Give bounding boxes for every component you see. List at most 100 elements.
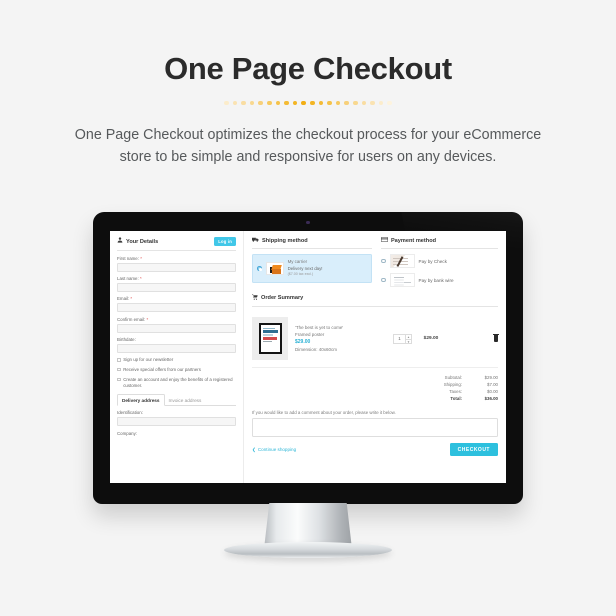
checkbox-label-2: Create an account and enjoy the benefits… [123, 377, 233, 389]
check-pen-image [389, 254, 415, 269]
your-details-title-group: Your Details [117, 237, 158, 246]
carrier-radio[interactable] [257, 266, 262, 271]
address-tab-0[interactable]: Delivery address [117, 394, 165, 407]
required-marker: * [146, 316, 149, 322]
chevron-left-icon: ❮ [252, 446, 256, 452]
checkbox-row-1[interactable]: Receive special offers from our partners [117, 367, 236, 373]
continue-shopping-link[interactable]: ❮ Continue shopping [252, 447, 296, 453]
total-value-1: $7.00 [487, 382, 498, 388]
checkout-right-column: Shipping method My carrier Delivery next… [244, 231, 506, 483]
bank-wire-image [389, 273, 415, 288]
field-input-1[interactable] [117, 282, 236, 292]
required-marker: * [140, 255, 142, 261]
checkbox-icon-0[interactable] [117, 357, 121, 362]
payment-options-list: Pay by Check Pay by bank wire [380, 254, 498, 288]
monitor-bezel: Your Details Log in First name: * Last na… [93, 212, 523, 504]
checkbox-row-0[interactable]: Sign up for our newsletter [117, 357, 236, 363]
order-item-row: 'The best is yet to come' Framed poster … [252, 312, 499, 369]
page-title: One Page Checkout [164, 51, 452, 86]
order-summary-title: Order Summary [261, 295, 304, 302]
address-field-input-0[interactable] [117, 417, 236, 427]
product-type: Framed poster [295, 332, 325, 338]
checkout-page: Your Details Log in First name: * Last na… [110, 231, 506, 483]
payment-label-1: Pay by bank wire [418, 277, 454, 283]
field-label-2: Email: * [117, 296, 133, 302]
trash-icon[interactable] [493, 333, 499, 343]
product-unit-price: $29.00 [295, 339, 311, 346]
carrier-name: My carrier [287, 259, 308, 265]
total-value-0: $29.00 [484, 375, 498, 381]
order-summary-panel: Order Summary 'The best is yet to come' … [252, 294, 499, 457]
divider-dot-2 [241, 100, 246, 106]
field-input-0[interactable] [117, 262, 236, 272]
cart-icon [252, 294, 258, 303]
your-details-header: Your Details Log in [117, 237, 236, 251]
order-footer: ❮ Continue shopping CHECKOUT [252, 443, 498, 457]
total-row-1: Shipping: $7.00 [444, 381, 498, 388]
payment-method-panel: Payment method Pay by Check Pay by bank w… [380, 237, 498, 288]
card-icon [380, 237, 389, 245]
order-summary-title-group: Order Summary [252, 294, 303, 303]
carrier-option-row[interactable]: My carrier Delivery next day! ($7.00 tax… [252, 254, 372, 283]
checkbox-icon-1[interactable] [117, 367, 121, 372]
checkout-button[interactable]: CHECKOUT [449, 443, 498, 457]
shipping-method-panel: Shipping method My carrier Delivery next… [252, 237, 372, 287]
quantity-stepper[interactable]: 1 ▲ ▼ [393, 333, 412, 344]
hero-section: One Page Checkout One Page Checkout opti… [0, 0, 616, 168]
quantity-arrows[interactable]: ▲ ▼ [405, 334, 411, 344]
quantity-down-icon[interactable]: ▼ [406, 340, 411, 344]
carrier-text: My carrier Delivery next day! ($7.00 tax… [288, 259, 323, 278]
divider-dot-8 [292, 100, 298, 106]
shipping-title-group: Shipping method [252, 237, 308, 245]
total-value-3: $36.00 [484, 396, 498, 402]
order-summary-header: Order Summary [252, 294, 498, 308]
shipping-header: Shipping method [252, 237, 372, 250]
carrier-price-note: ($7.00 tax excl.) [287, 272, 314, 277]
user-icon [117, 237, 123, 246]
payment-option-1[interactable]: Pay by bank wire [380, 273, 498, 288]
page-root: One Page Checkout One Page Checkout opti… [0, 0, 616, 616]
required-marker: * [130, 296, 133, 302]
field-input-4[interactable] [117, 343, 236, 353]
address-tab-1[interactable]: Invoice address [165, 395, 206, 405]
checkbox-label-1: Receive special offers from our partners [123, 367, 201, 373]
payment-header: Payment method [380, 237, 498, 250]
divider-dot-19 [387, 100, 392, 106]
login-button[interactable]: Log in [214, 237, 236, 247]
divider-dot-4 [258, 100, 263, 106]
checkbox-icon-2[interactable] [117, 377, 121, 382]
carrier-delivery: Delivery next day! [287, 265, 323, 271]
total-row-3: Total: $36.00 [444, 395, 498, 402]
dotted-divider [0, 99, 616, 107]
field-input-3[interactable] [117, 323, 236, 333]
payment-radio-0[interactable] [380, 258, 386, 264]
payment-radio-1[interactable] [380, 277, 386, 283]
your-details-panel: Your Details Log in First name: * Last na… [110, 231, 244, 483]
divider-dot-12 [327, 100, 332, 106]
field-label-1: Last name: * [117, 276, 142, 282]
quantity-value[interactable]: 1 [394, 335, 405, 343]
comment-textarea[interactable] [252, 418, 498, 438]
shipping-title: Shipping method [262, 237, 308, 244]
payment-label-0: Pay by Check [418, 258, 447, 264]
total-label-1: Shipping: [443, 382, 462, 388]
imac-mockup: Your Details Log in First name: * Last na… [93, 212, 523, 558]
payment-title: Payment method [390, 237, 437, 244]
divider-dot-6 [275, 100, 281, 106]
field-input-2[interactable] [117, 303, 236, 313]
product-info: 'The best is yet to come' Framed poster … [288, 324, 385, 354]
divider-dot-7 [284, 100, 289, 106]
divider-dot-18 [378, 100, 384, 106]
detail-checkbox-list: Sign up for our newsletter Receive specia… [117, 357, 236, 389]
payment-option-0[interactable]: Pay by Check [380, 254, 498, 269]
divider-dot-9 [301, 100, 306, 106]
payment-title-group: Payment method [380, 237, 437, 245]
package-box-icon [265, 261, 284, 275]
your-details-title: Your Details [126, 238, 159, 245]
order-totals: Subtotal: $29.00 Shipping: $7.00 Taxes: $0.00… [252, 374, 498, 402]
screen-viewport: Your Details Log in First name: * Last na… [110, 231, 506, 483]
truck-icon [252, 237, 259, 245]
checkbox-row-2[interactable]: Create an account and enjoy the benefits… [117, 377, 236, 389]
required-marker: * [139, 276, 142, 282]
framed-poster-thumbnail [252, 317, 288, 361]
